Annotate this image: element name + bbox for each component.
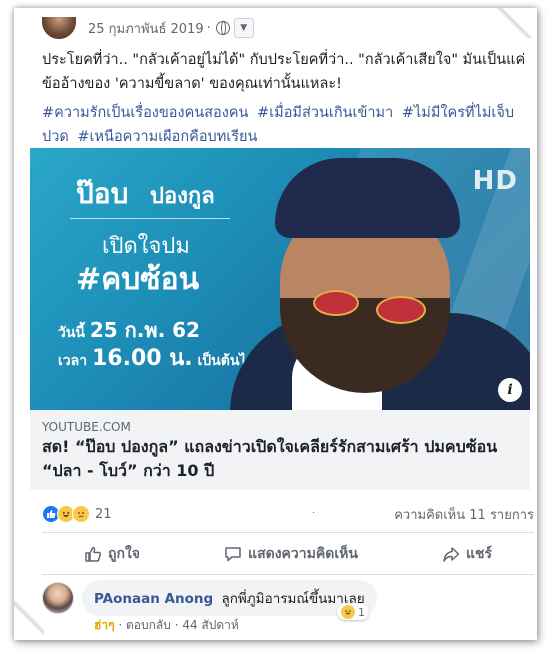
divider-line	[70, 218, 230, 219]
link-title[interactable]: สด! “ป๊อบ ปองกูล” แถลงข่าวเปิดใจเคลียร์ร…	[42, 435, 518, 483]
channel-logo: HD	[472, 166, 518, 196]
hashtag-link[interactable]: #ความรักเป็นเรื่องของคนสองคน	[42, 105, 248, 121]
hashtag-link[interactable]: #เมื่อมีส่วนเกินเข้ามา	[257, 105, 393, 121]
link-domain: YOUTUBE.COM	[42, 420, 131, 434]
separator: ·	[174, 618, 179, 632]
thumbnail-time: เวลา 16.00 น. เป็นต้นไป	[58, 340, 255, 375]
separator: ·	[118, 618, 123, 632]
commenter-name[interactable]: PAonaan Anong	[94, 591, 213, 607]
post-card: 25 กุมภาพันธ์ 2019 · ▼ ประโยคที่ว่า.. "ก…	[14, 8, 537, 640]
author-avatar[interactable]	[42, 17, 76, 39]
post-text: ประโยคที่ว่า.. "กลัวเค้าอยู่ไม่ได้" กับป…	[42, 52, 526, 92]
hashtag-link[interactable]: #เหนือความเผือกคือบทเรียน	[77, 129, 257, 145]
share-label: แชร์	[465, 546, 492, 562]
reply-link[interactable]: ตอบกลับ	[126, 618, 171, 632]
comment-count[interactable]: ความคิดเห็น 11 รายการ	[394, 504, 534, 525]
comment-haha-link[interactable]: ฮ่าๆ	[94, 618, 115, 632]
comment-reaction-count: 1	[358, 605, 365, 619]
thumbs-up-icon	[85, 546, 102, 562]
like-button[interactable]: ถูกใจ	[84, 543, 140, 565]
stray-dot: .	[312, 505, 316, 516]
thumbnail-name-first: ป๊อบ	[76, 177, 129, 210]
page-curl-bottom-left	[14, 600, 44, 640]
chevron-down-icon: ▼	[240, 23, 248, 33]
link-preview[interactable]: YOUTUBE.COM สด! “ป๊อบ ปองกูล” แถลงข่าวเป…	[30, 410, 530, 490]
share-button[interactable]: แชร์	[442, 543, 492, 565]
person-beanie	[275, 158, 460, 238]
comment-button[interactable]: แสดงความคิดเห็น	[224, 543, 358, 565]
separator: ·	[206, 20, 211, 36]
video-thumbnail[interactable]: HD ป๊อบ ปองกูล เปิดใจปม #คบซ้อน วันนี้ 2…	[30, 148, 530, 410]
thumbnail-name-last: ปองกูล	[150, 184, 215, 209]
globe-icon	[215, 21, 230, 35]
comment-label: แสดงความคิดเห็น	[248, 546, 358, 562]
post-header: 25 กุมภาพันธ์ 2019 · ▼	[42, 16, 254, 40]
sad-reaction-icon	[72, 505, 90, 523]
date-value: 25 ก.พ. 62	[89, 318, 200, 342]
time-prefix: เวลา	[58, 353, 88, 369]
sunglasses-lens-right	[376, 296, 426, 324]
post-date[interactable]: 25 กุมภาพันธ์ 2019	[88, 18, 204, 39]
hashtag-list: #ความรักเป็นเรื่องของคนสองคน #เมื่อมีส่ว…	[42, 101, 534, 149]
page-curl-top-right	[497, 8, 537, 38]
comment-reaction-badge[interactable]: 1	[337, 604, 369, 620]
share-arrow-icon	[443, 547, 460, 562]
comment-time[interactable]: 44 สัปดาห์	[182, 618, 238, 632]
privacy-dropdown-button[interactable]: ▼	[233, 18, 254, 38]
speech-bubble-icon	[225, 547, 241, 562]
reaction-count[interactable]: 21	[95, 507, 112, 522]
divider	[42, 532, 534, 533]
reaction-icons[interactable]	[42, 505, 90, 523]
sunglasses-lens-left	[313, 290, 359, 316]
comment-meta: ฮ่าๆ · ตอบกลับ · 44 สัปดาห์	[94, 616, 239, 635]
divider	[42, 574, 534, 575]
info-icon[interactable]: i	[498, 378, 522, 402]
reaction-summary: 21 . ความคิดเห็น 11 รายการ	[42, 503, 534, 525]
comment-bubble: PAonaan Anong ลูกพี่ภูมิอารมณ์ขึ้นมาเลย	[82, 580, 377, 616]
time-value: 16.00 น.	[91, 346, 193, 371]
action-bar: ถูกใจ แสดงความคิดเห็น แชร์	[42, 538, 534, 570]
date-prefix: วันนี้	[58, 325, 86, 341]
like-label: ถูกใจ	[108, 546, 141, 562]
haha-reaction-icon	[341, 605, 355, 619]
thumbnail-hashtag: #คบซ้อน	[76, 262, 200, 297]
comment-item: PAonaan Anong ลูกพี่ภูมิอารมณ์ขึ้นมาเลย …	[42, 580, 534, 640]
commenter-avatar[interactable]	[42, 582, 74, 614]
